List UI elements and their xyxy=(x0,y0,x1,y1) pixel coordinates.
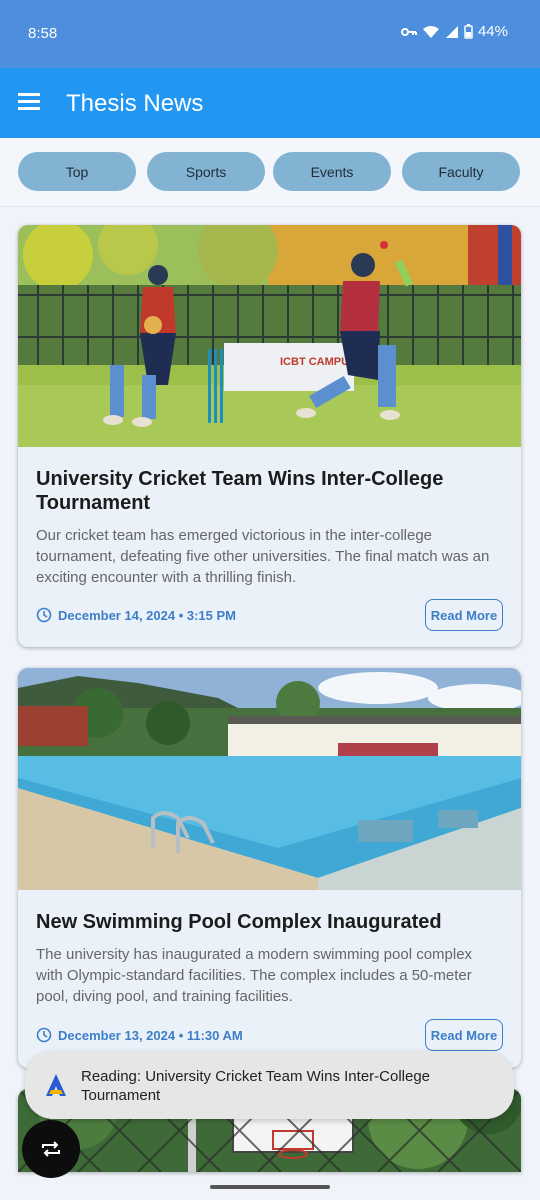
toast-text: Reading: University Cricket Team Wins In… xyxy=(81,1068,431,1104)
tab-top[interactable]: Top xyxy=(18,152,136,191)
reading-toast: Reading: University Cricket Team Wins In… xyxy=(25,1051,514,1119)
gesture-nav-handle[interactable] xyxy=(210,1185,330,1189)
status-time: 8:58 xyxy=(28,25,58,42)
read-more-button[interactable]: Read More xyxy=(425,1019,503,1051)
article-date: December 14, 2024 • 3:15 PM xyxy=(36,607,236,623)
read-more-button[interactable]: Read More xyxy=(425,599,503,631)
signal-icon xyxy=(445,25,458,38)
tab-events[interactable]: Events xyxy=(273,152,391,191)
battery-level: 44% xyxy=(477,23,508,40)
article-summary: Our cricket team has emerged victorious … xyxy=(36,527,490,586)
article-title[interactable]: New Swimming Pool Complex Inaugurated xyxy=(36,910,496,934)
category-tabs: Top Sports Events Faculty xyxy=(0,138,540,207)
repeat-icon xyxy=(42,1141,60,1157)
app-title: Thesis News xyxy=(66,90,204,117)
tab-faculty[interactable]: Faculty xyxy=(402,152,520,191)
status-icons: 44% xyxy=(400,23,508,40)
article-summary: The university has inaugurated a modern … xyxy=(36,946,473,1005)
status-bar: 8:58 44% xyxy=(0,0,540,68)
app-logo-icon xyxy=(46,1074,66,1096)
news-card[interactable]: New Swimming Pool Complex Inaugurated Th… xyxy=(18,668,521,1068)
article-date: December 13, 2024 • 11:30 AM xyxy=(36,1027,243,1043)
clock-icon xyxy=(36,607,52,623)
clock-icon xyxy=(36,1027,52,1043)
article-date-text: December 14, 2024 • 3:15 PM xyxy=(58,607,236,623)
wifi-icon xyxy=(422,25,439,38)
article-date-text: December 13, 2024 • 11:30 AM xyxy=(58,1027,243,1043)
tab-sports[interactable]: Sports xyxy=(147,152,265,191)
news-card[interactable]: ICBT CAMPUS University Cricket Team Wins… xyxy=(18,225,521,647)
swimming-pool-image xyxy=(18,668,521,890)
menu-icon[interactable] xyxy=(18,93,42,113)
cricket-image: ICBT CAMPUS xyxy=(18,225,521,447)
battery-icon xyxy=(464,24,473,39)
article-title[interactable]: University Cricket Team Wins Inter-Colle… xyxy=(36,467,496,515)
vpn-key-icon xyxy=(400,27,417,36)
repeat-fab[interactable] xyxy=(22,1120,80,1178)
app-bar: Thesis News xyxy=(0,68,540,138)
